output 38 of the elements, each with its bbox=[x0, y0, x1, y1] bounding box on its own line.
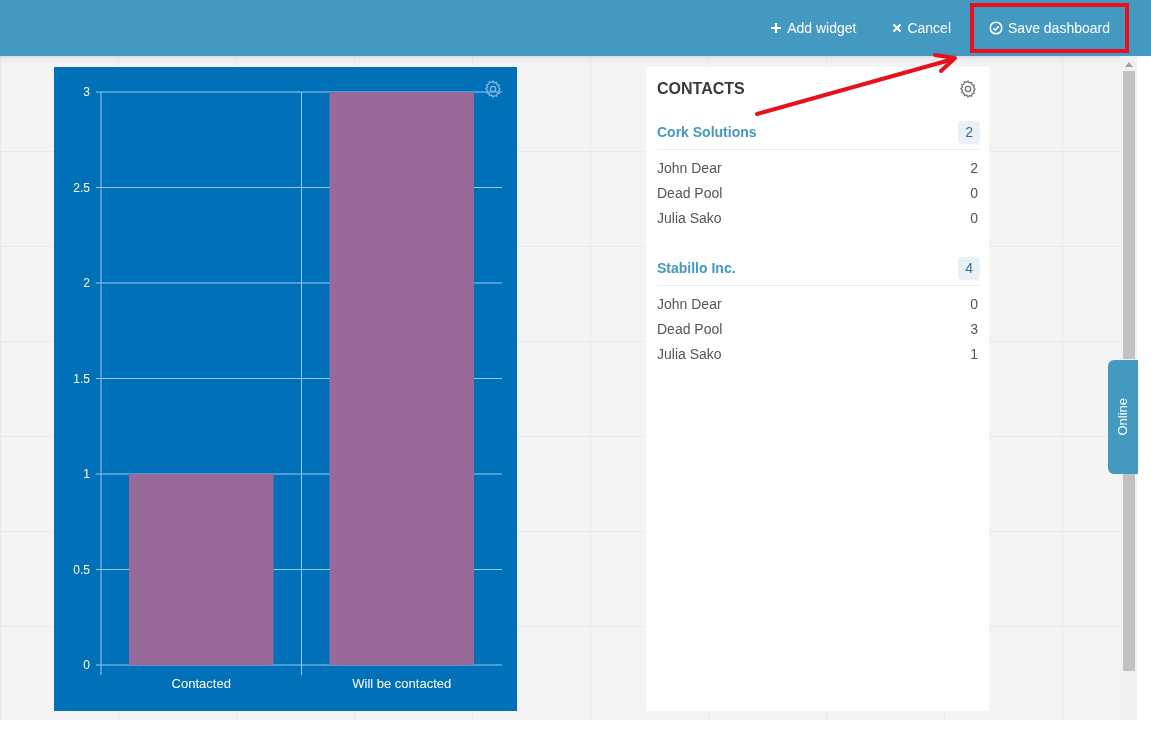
axis-category-label: Will be contacted bbox=[352, 676, 452, 691]
contact-count: 0 bbox=[970, 209, 978, 228]
company-name[interactable]: Stabillo Inc. bbox=[657, 258, 736, 279]
contact-name: John Dear bbox=[657, 295, 722, 314]
contact-count: 1 bbox=[970, 345, 978, 364]
contact-count: 0 bbox=[970, 184, 978, 203]
online-tab[interactable]: Online bbox=[1108, 360, 1138, 474]
axis-tick-label: 0 bbox=[83, 658, 90, 672]
axis-tick-label: 0.5 bbox=[73, 562, 90, 577]
axis-tick-label: 3 bbox=[83, 85, 90, 99]
toolbar-button[interactable]: Add widget bbox=[753, 3, 874, 53]
contact-name: Julia Sako bbox=[657, 209, 722, 228]
scroll-thumb-segment[interactable] bbox=[1122, 473, 1135, 671]
scroll-up-icon[interactable] bbox=[1124, 62, 1133, 67]
close-icon bbox=[892, 23, 903, 33]
axis-tick-label: 2.5 bbox=[73, 180, 90, 195]
contact-count: 3 bbox=[970, 320, 978, 339]
axis-category-label: Contacted bbox=[171, 676, 231, 691]
contact-name: Dead Pool bbox=[657, 320, 723, 339]
settings-icon[interactable] bbox=[958, 79, 978, 99]
plus-icon bbox=[770, 22, 783, 34]
contact-count: 0 bbox=[970, 295, 978, 314]
count-badge: 4 bbox=[958, 257, 980, 280]
count-badge: 2 bbox=[958, 121, 980, 144]
widget-title: CONTACTS bbox=[657, 79, 745, 99]
contact-count: 2 bbox=[970, 159, 978, 178]
toolbar-button[interactable]: Save dashboard bbox=[970, 3, 1129, 53]
contact-name: Julia Sako bbox=[657, 345, 722, 364]
axis-tick-label: 2 bbox=[83, 276, 90, 290]
contact-name: John Dear bbox=[657, 159, 722, 178]
toolbar-button[interactable]: Cancel bbox=[875, 3, 969, 53]
check-circle-icon bbox=[989, 21, 1004, 35]
scroll-thumb-segment[interactable] bbox=[1122, 71, 1135, 359]
contact-name: Dead Pool bbox=[657, 184, 723, 203]
settings-icon[interactable] bbox=[483, 79, 503, 99]
company-name[interactable]: Cork Solutions bbox=[657, 122, 757, 143]
axis-tick-label: 1 bbox=[83, 467, 90, 481]
axis-tick-label: 1.5 bbox=[73, 371, 90, 386]
